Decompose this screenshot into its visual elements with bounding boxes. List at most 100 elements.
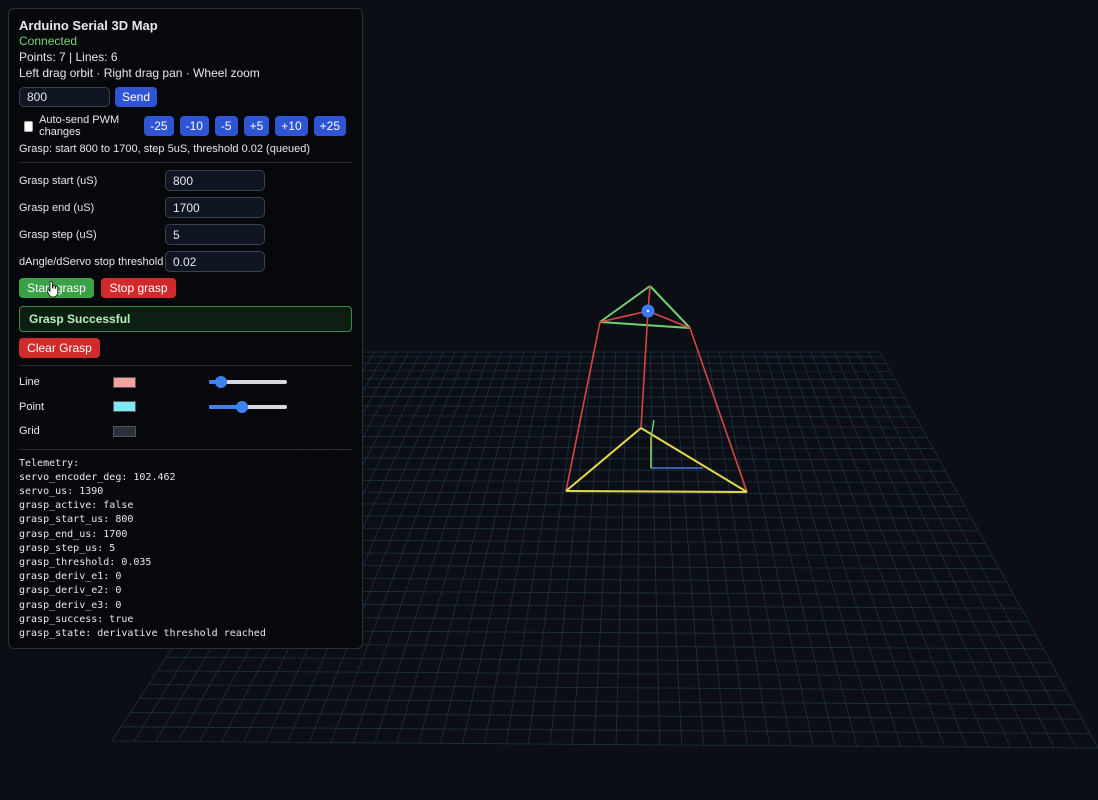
grid-line xyxy=(111,740,1098,749)
pwm-step-button[interactable]: +5 xyxy=(243,116,270,136)
model-edge xyxy=(565,490,748,493)
grid-line xyxy=(334,396,905,398)
clear-grasp-button[interactable]: Clear Grasp xyxy=(19,338,100,358)
grasp-field-row: dAngle/dServo stop threshold xyxy=(19,251,352,272)
style-label: Line xyxy=(19,376,40,389)
grid-line xyxy=(287,468,946,472)
model-point-center xyxy=(646,309,650,313)
grid-line xyxy=(661,351,683,746)
grasp-field-input[interactable] xyxy=(165,251,265,272)
pwm-step-button[interactable]: -25 xyxy=(144,116,174,136)
style-label: Point xyxy=(19,400,45,413)
grid-line xyxy=(868,351,1077,749)
color-swatch[interactable] xyxy=(113,376,136,388)
divider xyxy=(19,448,352,450)
grasp-result-banner: Grasp Successful xyxy=(19,306,352,332)
grid-line xyxy=(822,351,989,748)
control-panel: Arduino Serial 3D Map Connected Points: … xyxy=(8,8,363,649)
grid-line xyxy=(776,351,902,747)
model-edge xyxy=(649,285,691,329)
grasp-result-text: Grasp Successful xyxy=(29,312,131,326)
grasp-field-row: Grasp start (uS) xyxy=(19,170,352,191)
grid-line xyxy=(166,656,1052,664)
grid-line xyxy=(593,351,617,745)
pwm-step-button[interactable]: +10 xyxy=(275,116,308,136)
grid-line xyxy=(707,351,770,746)
grid-line xyxy=(833,351,1011,748)
send-button[interactable]: Send xyxy=(115,87,158,107)
telemetry-list: servo_encoder_deg: 102.462 servo_us: 1390… xyxy=(19,471,352,641)
grid-line xyxy=(352,351,490,743)
pwm-step-button[interactable]: +25 xyxy=(313,116,346,136)
grid-line xyxy=(294,457,940,461)
telemetry-line: grasp_state: derivative threshold reache… xyxy=(19,627,266,639)
pwm-step-button[interactable]: -5 xyxy=(214,116,238,136)
divider xyxy=(19,365,352,366)
grid-line xyxy=(527,351,582,745)
grid-line xyxy=(506,351,571,744)
stop-grasp-button[interactable]: Stop grasp xyxy=(101,278,176,298)
size-slider[interactable] xyxy=(209,400,287,414)
style-row: Grid xyxy=(19,419,352,444)
grid-line xyxy=(257,515,972,519)
divider xyxy=(19,162,352,163)
mouse-cursor-icon xyxy=(46,281,59,298)
telemetry-line: grasp_success: true xyxy=(19,613,134,625)
grid-line xyxy=(810,351,967,748)
grasp-field-label: Grasp step (uS) xyxy=(19,228,97,241)
model-edge xyxy=(640,310,649,429)
style-row: Line xyxy=(19,370,352,395)
style-settings: Line Point Grid xyxy=(19,370,352,444)
grid-line xyxy=(753,351,858,747)
color-swatch[interactable] xyxy=(113,425,136,437)
grasp-info: Grasp: start 800 to 1700, step 5uS, thre… xyxy=(19,143,311,155)
grid-line xyxy=(315,425,922,428)
autosend-label: Auto-send PWM changes xyxy=(39,114,120,138)
grasp-field-row: Grasp end (uS) xyxy=(19,197,352,218)
grid-line xyxy=(121,726,1091,734)
grasp-settings: Grasp start (uS) Grasp end (uS) Grasp step… xyxy=(19,170,352,272)
grid-line xyxy=(374,351,502,743)
telemetry-line: servo_encoder_deg: 102.462 xyxy=(19,471,176,483)
grid-line xyxy=(280,479,952,484)
autosend-checkbox[interactable] xyxy=(24,120,34,132)
grid-line xyxy=(787,351,924,747)
app-title: Arduino Serial 3D Map xyxy=(19,18,158,33)
grasp-field-label: Grasp end (uS) xyxy=(19,201,95,214)
grid-line xyxy=(308,435,928,439)
wireframe-model xyxy=(565,285,748,493)
grid-line xyxy=(148,684,1067,692)
grid-line xyxy=(718,351,792,746)
grid-line xyxy=(649,351,661,745)
pwm-step-button[interactable]: -10 xyxy=(179,116,209,136)
controls-hint: Left drag orbit · Right drag pan · Wheel… xyxy=(19,66,260,80)
color-swatch[interactable] xyxy=(113,401,136,413)
grid-line xyxy=(462,351,548,744)
grid-line xyxy=(695,351,748,746)
telemetry-header: Telemetry: xyxy=(19,457,80,469)
grasp-field-row: Grasp step (uS) xyxy=(19,224,352,245)
telemetry-line: grasp_end_us: 1700 xyxy=(19,528,128,540)
grid-line xyxy=(139,698,1075,706)
telemetry-line: grasp_start_us: 800 xyxy=(19,514,134,526)
pwm-input[interactable] xyxy=(19,87,110,107)
counts-text: Points: 7 | Lines: 6 xyxy=(19,50,118,64)
grid-line xyxy=(879,351,1098,749)
grid-line xyxy=(328,405,911,408)
grasp-field-input[interactable] xyxy=(165,224,265,245)
grasp-field-input[interactable] xyxy=(165,170,265,191)
connection-status: Connected xyxy=(19,34,78,48)
size-slider[interactable] xyxy=(209,375,287,389)
telemetry-line: grasp_deriv_e2: 0 xyxy=(19,585,122,597)
grid-line xyxy=(321,415,916,418)
telemetry-line: grasp_deriv_e1: 0 xyxy=(19,571,122,583)
grid-line xyxy=(845,351,1033,748)
grid-line xyxy=(549,351,594,745)
telemetry-line: servo_us: 1390 xyxy=(19,485,104,497)
grid-line xyxy=(418,351,525,744)
grid-line xyxy=(672,351,704,746)
grasp-field-input[interactable] xyxy=(165,197,265,218)
grid-line xyxy=(130,712,1083,720)
grid-line xyxy=(764,351,880,747)
grid-line xyxy=(340,387,900,389)
